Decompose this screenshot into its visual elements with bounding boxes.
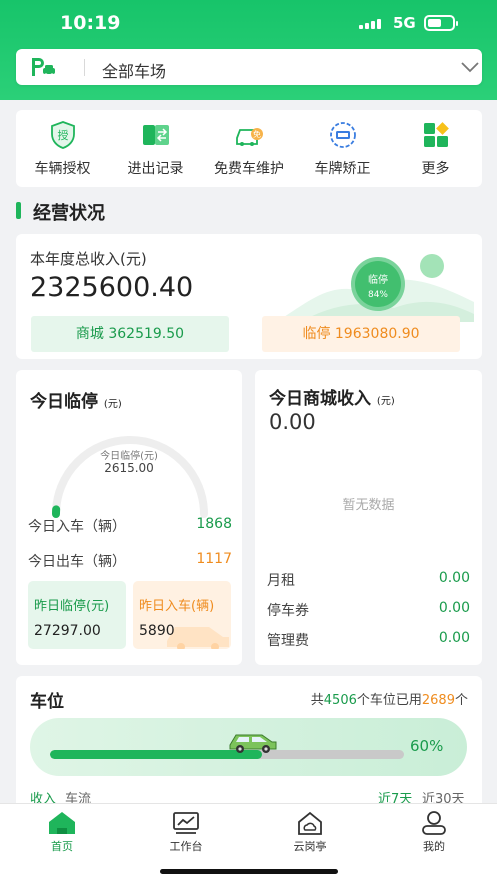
spaces-used: 2689 <box>421 693 455 708</box>
free-car-icon: 免 <box>236 128 263 146</box>
today-out-value: 1117 <box>196 551 232 567</box>
section-title: 经营状况 <box>33 203 105 224</box>
quick-free-car[interactable]: 免 免费车维护 <box>202 110 296 187</box>
mall-row-label: 月租 <box>267 573 295 589</box>
revenue-illustration: 临停 84% <box>284 254 474 322</box>
yesterday-entry-value: 5890 <box>139 623 175 639</box>
mall-row-value: 0.00 <box>438 630 470 646</box>
quick-label: 进出记录 <box>127 161 184 177</box>
quick-label: 更多 <box>421 161 450 177</box>
free-glyph: 免 <box>253 129 261 139</box>
chevron-down-icon <box>461 62 479 73</box>
gauge-value: 2615.00 <box>104 461 154 475</box>
mall-row-label: 停车券 <box>267 603 309 619</box>
tab-home[interactable]: 首页 <box>32 810 92 854</box>
revenue-badge-percent: 84% <box>368 290 388 300</box>
today-mall-title: 今日商城收入 (元) <box>269 384 395 409</box>
temp-parking-revenue-pill[interactable]: 临停 1963080.90 <box>262 316 460 352</box>
today-parking-title: 今日临停 (元) <box>30 387 122 412</box>
tab-label: 云岗亭 <box>293 840 327 853</box>
spaces-summary: 共4506个车位已用2689个 <box>311 689 468 708</box>
tab-label: 首页 <box>51 840 73 853</box>
tab-workbench[interactable]: 工作台 <box>156 810 216 854</box>
yesterday-entry-label: 昨日入车(辆) <box>139 599 215 614</box>
mall-revenue-pill[interactable]: 商城 362519.50 <box>31 316 229 352</box>
more-grid-icon <box>423 122 449 147</box>
parking-lot-selector[interactable]: 全部车场 <box>16 49 482 85</box>
occupancy-panel: 60% <box>30 718 467 776</box>
profile-icon <box>422 811 446 835</box>
parking-lot-value: 全部车场 <box>102 62 167 81</box>
today-out-label: 今日出车（辆） <box>28 554 126 570</box>
today-in-label: 今日入车（辆） <box>28 519 126 535</box>
spaces-title: 车位 <box>30 692 64 712</box>
spaces-total: 4506 <box>323 693 357 708</box>
tab-profile[interactable]: 我的 <box>404 810 464 854</box>
annual-revenue-label: 本年度总收入(元) <box>30 250 147 268</box>
annual-revenue-card: 本年度总收入(元) 2325600.40 临停 84% 商城 362519.50… <box>16 234 482 359</box>
spaces-summary-mid: 个车位已用 <box>356 693 422 708</box>
today-mall-title-text: 今日商城收入 <box>269 389 371 409</box>
yesterday-parking-card[interactable]: 昨日临停(元) 27297.00 <box>28 581 126 649</box>
plate-correct-icon <box>329 122 356 148</box>
cloud-booth-icon <box>298 811 322 835</box>
today-parking-title-text: 今日临停 <box>30 392 98 412</box>
quick-entry-exit-records[interactable]: 进出记录 <box>109 110 202 187</box>
mall-row-management: 管理费 0.00 <box>267 630 470 650</box>
yesterday-entry-card[interactable]: 昨日入车(辆) 5890 <box>133 581 231 649</box>
today-parking-unit: (元) <box>103 399 122 410</box>
today-mall-unit: (元) <box>376 396 395 407</box>
today-parking-card[interactable]: 今日临停 (元) 今日临停(元) 2615.00 今日入车（辆） 1868 今日… <box>16 370 242 665</box>
mall-row-monthly: 月租 0.00 <box>267 570 470 590</box>
status-time: 10:19 <box>60 12 121 34</box>
today-in-value: 1868 <box>196 516 232 532</box>
quick-label: 车牌矫正 <box>314 161 371 177</box>
quick-actions: 授 车辆授权 进出记录 免 免费车维护 车牌矫正 更多 <box>16 110 482 187</box>
authorize-glyph: 授 <box>57 128 68 142</box>
mall-row-label: 管理费 <box>267 633 309 649</box>
car-icon <box>229 734 277 753</box>
quick-more[interactable]: 更多 <box>389 110 482 187</box>
parking-spaces-card: 车位 共4506个车位已用2689个 60% 收入 车流 近7天 近30天 <box>16 676 482 816</box>
mall-row-value: 0.00 <box>438 600 470 616</box>
gauge-label: 今日临停(元) <box>100 451 158 462</box>
divider <box>84 59 85 76</box>
battery-icon <box>424 15 458 31</box>
spaces-summary-suffix: 个 <box>454 693 468 708</box>
entry-exit-record-icon <box>142 125 169 145</box>
status-bar: 10:19 5G <box>0 0 497 46</box>
section-accent-bar <box>16 202 21 219</box>
quick-label: 免费车维护 <box>214 161 284 177</box>
quick-plate-correction[interactable]: 车牌矫正 <box>296 110 389 187</box>
revenue-badge-label: 临停 <box>368 273 388 286</box>
tab-cloud-booth[interactable]: 云岗亭 <box>280 810 340 854</box>
yesterday-parking-value: 27297.00 <box>34 623 101 639</box>
tab-label: 我的 <box>423 840 445 853</box>
parking-logo-icon <box>32 58 55 77</box>
mall-row-coupon: 停车券 0.00 <box>267 600 470 620</box>
annual-revenue-value: 2325600.40 <box>30 272 194 303</box>
tab-label: 工作台 <box>169 840 203 853</box>
home-icon <box>49 812 75 834</box>
occupancy-percent: 60% <box>410 737 444 755</box>
quick-vehicle-authorize[interactable]: 授 车辆授权 <box>16 110 109 187</box>
today-in-row: 今日入车（辆） 1868 <box>28 516 232 536</box>
signal-icon <box>359 17 385 29</box>
network-type: 5G <box>393 14 416 32</box>
home-indicator <box>160 869 338 874</box>
workbench-icon <box>173 812 199 834</box>
empty-state: 暂无数据 <box>342 498 395 513</box>
spaces-summary-prefix: 共 <box>310 693 324 708</box>
mall-row-value: 0.00 <box>438 570 470 586</box>
today-mall-value: 0.00 <box>269 410 316 434</box>
today-out-row: 今日出车（辆） 1117 <box>28 551 232 571</box>
shield-authorize-icon: 授 <box>50 121 75 149</box>
yesterday-parking-label: 昨日临停(元) <box>34 599 110 614</box>
today-mall-card[interactable]: 今日商城收入 (元) 0.00 暂无数据 月租 0.00 停车券 0.00 管理… <box>255 370 482 665</box>
quick-label: 车辆授权 <box>34 161 91 177</box>
